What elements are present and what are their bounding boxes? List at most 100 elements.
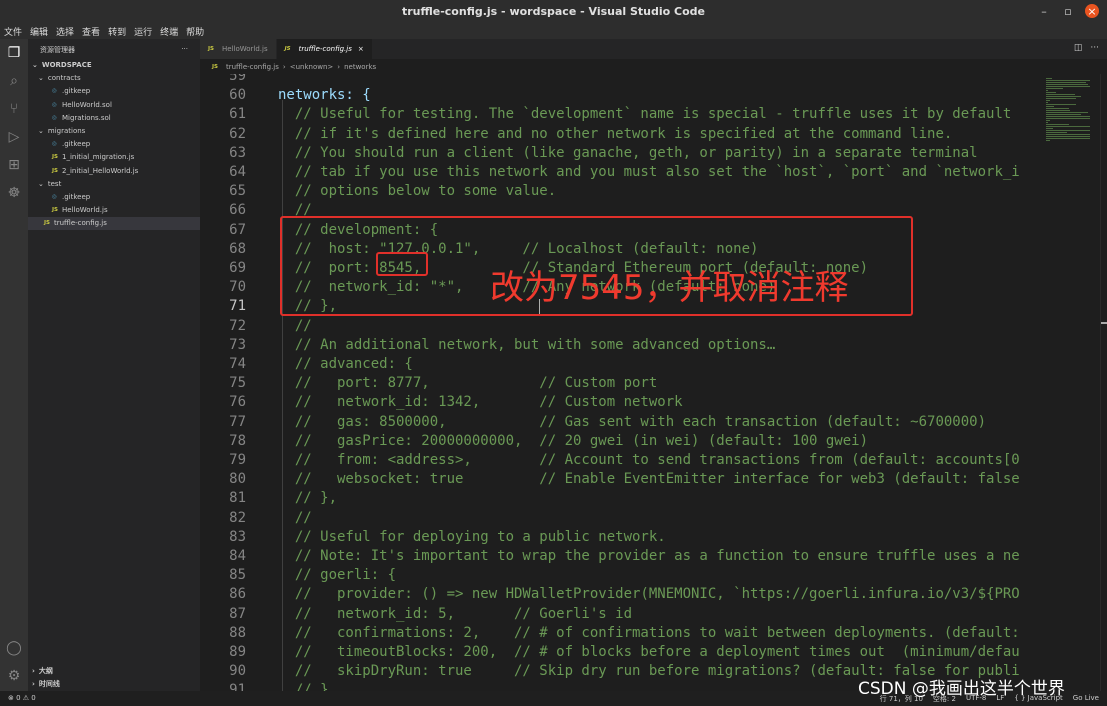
- code-text: // provider: () => new HDWalletProvider(…: [278, 586, 1020, 603]
- breadcrumb-file[interactable]: truffle-config.js: [226, 63, 279, 71]
- tree-file[interactable]: ◎ Migrations.sol: [28, 112, 200, 125]
- code-line[interactable]: 59: [200, 74, 1042, 86]
- code-line[interactable]: 73 // An additional network, but with so…: [200, 336, 1042, 355]
- code-line[interactable]: 87 // network_id: 5, // Goerli's id: [200, 605, 1042, 624]
- code-line[interactable]: 60 networks: {: [200, 86, 1042, 105]
- minimap-line: [1046, 84, 1088, 85]
- explorer-sidebar: 资源管理器 ··· ⌄ WORDSPACE ⌄ contracts ◎ .gitkee…: [28, 39, 200, 691]
- search-icon[interactable]: ⌕: [5, 72, 23, 90]
- tree-file[interactable]: JS HelloWorld.js: [28, 204, 200, 217]
- explorer-more-button[interactable]: ···: [181, 45, 188, 53]
- code-text: // Useful for testing. The `development`…: [278, 106, 1012, 123]
- code-line[interactable]: 78 // gasPrice: 20000000000, // 20 gwei …: [200, 432, 1042, 451]
- more-actions-icon[interactable]: ···: [1090, 43, 1099, 53]
- code-line[interactable]: 84 // Note: It's important to wrap the p…: [200, 547, 1042, 566]
- tab-helloworld-js[interactable]: JS HelloWorld.js: [200, 39, 277, 59]
- code-line[interactable]: 72 //: [200, 317, 1042, 336]
- code-line[interactable]: 86 // provider: () => new HDWalletProvid…: [200, 585, 1042, 604]
- code-line[interactable]: 85 // goerli: {: [200, 566, 1042, 585]
- tree-item-label: .gitkeep: [62, 140, 91, 149]
- minimap-line: [1046, 110, 1070, 111]
- code-text: // An additional network, but with some …: [278, 336, 776, 353]
- menu-help[interactable]: 帮助: [186, 25, 204, 39]
- outline-section[interactable]: › 大纲: [28, 665, 200, 678]
- minimap-line: [1046, 106, 1054, 107]
- tree-file[interactable]: ◎ .gitkeep: [28, 191, 200, 204]
- code-line[interactable]: 89 // timeoutBlocks: 200, // # of blocks…: [200, 643, 1042, 662]
- code-line[interactable]: 82 //: [200, 509, 1042, 528]
- code-text: // network_id: 1342, // Custom network: [278, 394, 683, 411]
- vertical-scrollbar[interactable]: [1100, 74, 1107, 691]
- menu-go[interactable]: 转到: [108, 25, 126, 39]
- title-bar: truffle-config.js - wordspace - Visual S…: [0, 0, 1107, 25]
- explorer-icon[interactable]: ❐: [5, 44, 23, 62]
- tree-file[interactable]: ◎ .gitkeep: [28, 138, 200, 151]
- tree-folder[interactable]: ⌄ contracts: [28, 72, 200, 85]
- tree-folder[interactable]: ⌄ test: [28, 178, 200, 191]
- tree-file[interactable]: ◎ HelloWorld.sol: [28, 99, 200, 112]
- code-text: // Note: It's important to wrap the prov…: [278, 548, 1020, 564]
- settings-gear-icon[interactable]: ⚙: [5, 667, 23, 685]
- remote-icon[interactable]: ☸: [5, 184, 23, 202]
- tree-item-label: HelloWorld.sol: [62, 100, 112, 109]
- timeline-section[interactable]: › 时间线: [28, 678, 200, 691]
- tab-truffle-config-js[interactable]: JS truffle-config.js ×: [276, 39, 373, 59]
- tree-folder[interactable]: ⌄ migrations: [28, 125, 200, 138]
- minimap-line: [1046, 132, 1067, 133]
- extensions-icon[interactable]: ⊞: [5, 156, 23, 174]
- code-line[interactable]: 88 // confirmations: 2, // # of confirma…: [200, 624, 1042, 643]
- code-text: // gas: 8500000, // Gas sent with each t…: [278, 413, 987, 430]
- run-debug-icon[interactable]: ▷: [5, 128, 23, 146]
- code-line[interactable]: 62 // if it's defined here and no other …: [200, 125, 1042, 144]
- code-editor[interactable]: 59 60 networks: {61 // Useful for testing.…: [200, 74, 1042, 691]
- scrollbar-thumb[interactable]: [1101, 322, 1107, 324]
- workspace-folder[interactable]: ⌄ WORDSPACE: [28, 59, 200, 72]
- code-line[interactable]: 74 // advanced: {: [200, 355, 1042, 374]
- menu-view[interactable]: 查看: [82, 25, 100, 39]
- chevron-right-icon: ›: [32, 667, 35, 676]
- minimap-line: [1046, 98, 1076, 99]
- split-editor-icon[interactable]: ◫: [1074, 43, 1083, 53]
- code-line[interactable]: 61 // Useful for testing. The `developme…: [200, 105, 1042, 124]
- line-number: 69: [229, 260, 246, 276]
- code-line[interactable]: 63 // You should run a client (like gana…: [200, 144, 1042, 163]
- minimap-line: [1046, 116, 1090, 117]
- problems-indicator[interactable]: ⊗ 0 ⚠ 0: [8, 694, 36, 702]
- code-text: // port: 8777, // Custom port: [278, 375, 658, 392]
- code-line[interactable]: 65 // options below to some value.: [200, 182, 1042, 201]
- code-line[interactable]: 77 // gas: 8500000, // Gas sent with eac…: [200, 413, 1042, 432]
- code-line[interactable]: 79 // from: <address>, // Account to sen…: [200, 451, 1042, 470]
- menu-run[interactable]: 运行: [134, 25, 152, 39]
- menu-terminal[interactable]: 终端: [160, 25, 178, 39]
- close-tab-icon[interactable]: ×: [358, 45, 364, 53]
- close-icon[interactable]: ×: [1085, 4, 1099, 18]
- minimap[interactable]: [1042, 74, 1100, 691]
- breadcrumb-symbol[interactable]: <unknown>: [290, 63, 334, 71]
- tree-file[interactable]: ◎ .gitkeep: [28, 85, 200, 98]
- breadcrumb-networks[interactable]: networks: [344, 63, 376, 71]
- tree-file[interactable]: JS truffle-config.js: [28, 217, 200, 231]
- tree-item-label: truffle-config.js: [54, 219, 107, 228]
- tree-file[interactable]: JS 2_initial_HelloWorld.js: [28, 165, 200, 178]
- restore-icon[interactable]: ▫: [1061, 4, 1075, 18]
- tree-file[interactable]: JS 1_initial_migration.js: [28, 151, 200, 164]
- minimap-line: [1046, 130, 1090, 131]
- source-control-icon[interactable]: ⑂: [5, 100, 23, 118]
- code-line[interactable]: 81 // },: [200, 489, 1042, 508]
- go-live-button[interactable]: Go Live: [1073, 694, 1099, 704]
- account-icon[interactable]: ◯: [5, 639, 23, 657]
- minimap-line: [1046, 118, 1090, 119]
- menu-edit[interactable]: 编辑: [30, 25, 48, 39]
- code-line[interactable]: 80 // websocket: true // Enable EventEmi…: [200, 470, 1042, 489]
- minimap-line: [1046, 94, 1075, 95]
- code-line[interactable]: 76 // network_id: 1342, // Custom networ…: [200, 393, 1042, 412]
- minimize-icon[interactable]: –: [1037, 4, 1051, 18]
- js-file-icon: JS: [212, 63, 219, 70]
- code-line[interactable]: 75 // port: 8777, // Custom port: [200, 374, 1042, 393]
- menu-file[interactable]: 文件: [4, 25, 22, 39]
- code-line[interactable]: 83 // Useful for deploying to a public n…: [200, 528, 1042, 547]
- minimap-line: [1046, 134, 1090, 135]
- code-line[interactable]: 64 // tab if you use this network and yo…: [200, 163, 1042, 182]
- tree-item-label: contracts: [47, 74, 81, 83]
- menu-selection[interactable]: 选择: [56, 25, 74, 39]
